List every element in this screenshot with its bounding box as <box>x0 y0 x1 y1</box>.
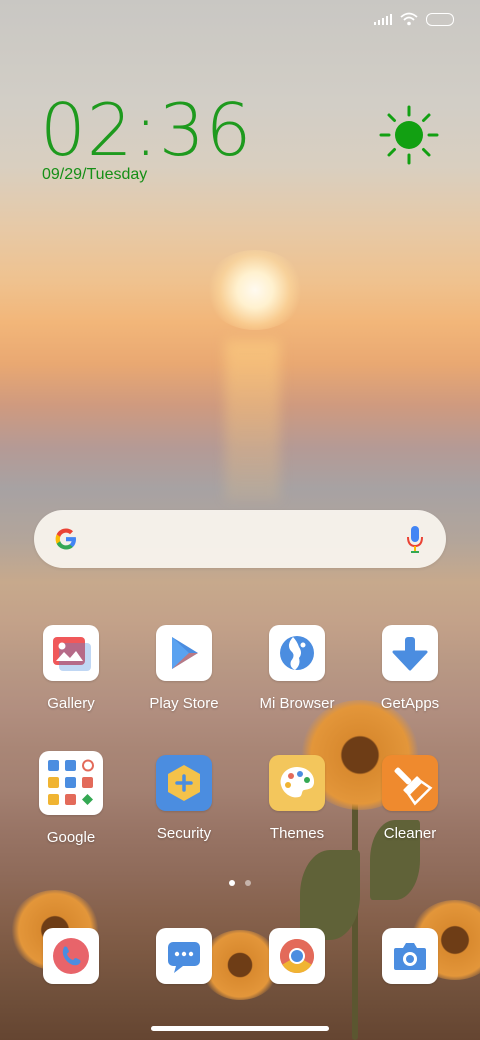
app-security[interactable]: Security <box>128 755 240 842</box>
app-label: Play Store <box>149 695 219 712</box>
app-google-folder[interactable]: Google <box>15 751 127 846</box>
app-label: Security <box>156 825 212 842</box>
battery-icon <box>426 12 454 26</box>
app-label: Gallery <box>47 695 95 712</box>
status-bar <box>374 12 454 26</box>
dock-phone[interactable] <box>15 928 127 984</box>
dock-camera[interactable] <box>354 928 466 984</box>
wifi-icon <box>400 12 418 26</box>
app-label: Mi Browser <box>259 695 335 712</box>
play-store-icon <box>156 625 212 681</box>
mi-browser-icon <box>269 625 325 681</box>
phone-icon <box>43 928 99 984</box>
wallpaper-sun <box>205 250 305 330</box>
wallpaper-leaf <box>300 850 360 940</box>
app-mi-browser[interactable]: Mi Browser <box>241 625 353 712</box>
getapps-icon <box>382 625 438 681</box>
google-folder-icon <box>39 751 103 815</box>
clock-date[interactable]: 09/29/Tuesday <box>42 166 147 184</box>
dock-messages[interactable] <box>128 928 240 984</box>
app-themes[interactable]: Themes <box>241 755 353 842</box>
mic-icon[interactable] <box>406 524 424 554</box>
page-indicator <box>229 880 251 886</box>
app-gallery[interactable]: Gallery <box>15 625 127 712</box>
page-dot <box>245 880 251 886</box>
app-getapps[interactable]: GetApps <box>354 625 466 712</box>
sun-icon[interactable] <box>378 104 440 166</box>
page-dot <box>229 880 235 886</box>
gallery-icon <box>43 625 99 681</box>
camera-icon <box>382 928 438 984</box>
clock-time[interactable]: 02:36 <box>40 92 253 168</box>
themes-icon <box>269 755 325 811</box>
app-label: Google <box>46 829 96 846</box>
google-search-bar[interactable] <box>34 510 446 568</box>
wallpaper-sun-reflection <box>225 340 280 500</box>
app-label: GetApps <box>380 695 440 712</box>
chrome-icon <box>269 928 325 984</box>
dock-chrome[interactable] <box>241 928 353 984</box>
signal-icon <box>374 13 392 25</box>
google-g-icon <box>55 528 76 550</box>
app-cleaner[interactable]: Cleaner <box>354 755 466 842</box>
cleaner-icon <box>382 755 438 811</box>
security-icon <box>156 755 212 811</box>
app-play-store[interactable]: Play Store <box>128 625 240 712</box>
app-label: Cleaner <box>383 825 437 842</box>
messages-icon <box>156 928 212 984</box>
home-gesture-bar[interactable] <box>151 1026 329 1031</box>
app-label: Themes <box>269 825 325 842</box>
